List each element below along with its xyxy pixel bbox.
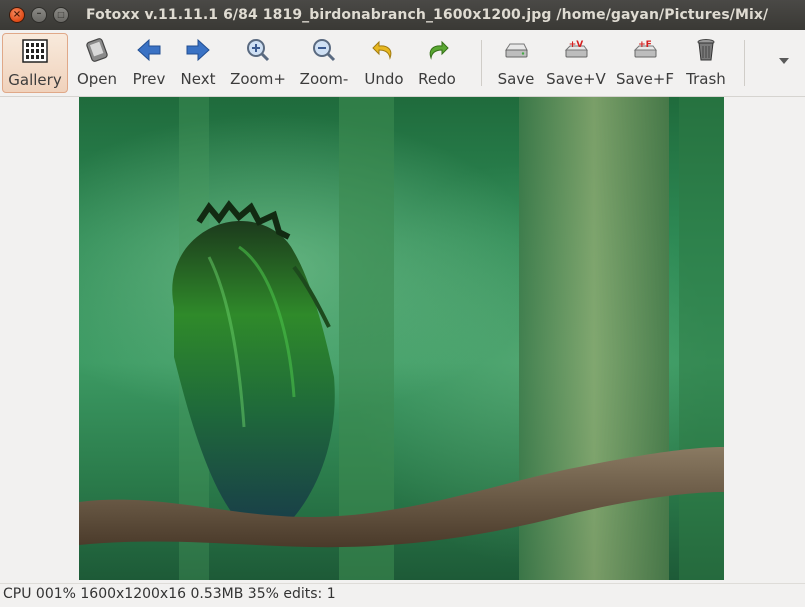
next-button[interactable]: Next — [176, 33, 220, 93]
undo-button[interactable]: Undo — [359, 33, 409, 93]
close-window-button[interactable]: × — [9, 7, 25, 23]
save-file-label: Save+F — [615, 70, 674, 88]
right-arrow-icon — [186, 38, 210, 62]
trash-button[interactable]: Trash — [682, 33, 730, 93]
svg-text:+V: +V — [569, 40, 584, 50]
image-canvas[interactable] — [0, 97, 805, 583]
toolbar: Gallery Open Prev Next Zoom+ Zoom- Undo … — [0, 30, 805, 97]
save-version-label: Save+V — [546, 70, 606, 88]
save-label: Save — [497, 70, 535, 88]
toolbar-separator — [481, 40, 482, 86]
status-text: CPU 001% 1600x1200x16 0.53MB 35% edits: … — [3, 586, 336, 602]
title-bar: × – □ Fotoxx v.11.11.1 6/84 1819_birdona… — [0, 0, 805, 30]
prev-label: Prev — [132, 70, 166, 88]
redo-icon — [429, 40, 449, 60]
save-version-button[interactable]: +V Save+V — [544, 33, 608, 93]
svg-text:+F: +F — [638, 40, 652, 50]
zoom-in-label: Zoom+ — [230, 70, 286, 88]
prev-button[interactable]: Prev — [126, 33, 172, 93]
zoom-in-icon — [247, 39, 270, 62]
maximize-window-button[interactable]: □ — [53, 7, 69, 23]
zoom-out-button[interactable]: Zoom- — [295, 33, 353, 93]
save-file-button[interactable]: +F Save+F — [614, 33, 676, 93]
redo-button[interactable]: Redo — [412, 33, 462, 93]
minimize-window-button[interactable]: – — [31, 7, 47, 23]
zoom-in-button[interactable]: Zoom+ — [228, 33, 288, 93]
save-button[interactable]: Save — [494, 33, 538, 93]
save-version-icon: +V — [564, 40, 588, 58]
photo-display[interactable] — [79, 97, 724, 580]
fotoxx-window: × – □ Fotoxx v.11.11.1 6/84 1819_birdona… — [0, 0, 805, 607]
trash-label: Trash — [686, 70, 726, 88]
zoom-out-label: Zoom- — [299, 70, 349, 88]
left-arrow-icon — [137, 38, 161, 62]
bird-on-branch-photo — [79, 97, 724, 580]
save-icon — [505, 43, 528, 58]
redo-label: Redo — [418, 70, 456, 88]
gallery-button[interactable]: Gallery — [2, 33, 68, 93]
status-bar: CPU 001% 1600x1200x16 0.53MB 35% edits: … — [0, 583, 805, 607]
gallery-icon — [22, 39, 48, 63]
zoom-out-icon — [313, 39, 336, 62]
undo-label: Undo — [364, 70, 404, 88]
trash-icon — [697, 39, 715, 61]
toolbar-separator — [744, 40, 745, 86]
next-label: Next — [180, 70, 216, 88]
open-button[interactable]: Open — [72, 33, 122, 93]
undo-icon — [372, 40, 392, 60]
open-icon — [86, 38, 108, 62]
gallery-label: Gallery — [8, 71, 62, 89]
open-label: Open — [76, 70, 118, 88]
window-title: Fotoxx v.11.11.1 6/84 1819_birdonabranch… — [86, 7, 769, 23]
chevron-down-icon[interactable] — [779, 58, 789, 64]
save-file-icon: +F — [633, 40, 657, 58]
